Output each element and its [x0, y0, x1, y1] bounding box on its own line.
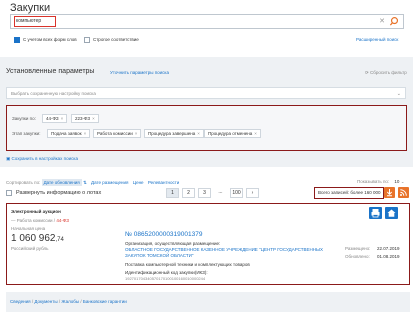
sort-option-price[interactable]: Цене [133, 180, 144, 185]
update-params-link[interactable]: Уточнить параметры поиска [110, 70, 169, 75]
record-stage: Работа комиссии [16, 218, 53, 223]
expand-lots-label: Развернуть информацию о лотах [16, 190, 102, 196]
saved-settings-select[interactable]: Выбрать сохраненную настройку поиска ⌄ [6, 87, 406, 99]
reset-filter-label: Сбросить фильтр [370, 70, 407, 75]
record-stage-row: — Работа комиссии / 44-ФЗ [11, 218, 69, 223]
expand-lots-toggle[interactable]: Развернуть информацию о лотах [6, 190, 101, 196]
sort-direction-icon[interactable]: ⇅ [83, 180, 87, 185]
stage-chip-cancelled[interactable]: Процедура отменена × [204, 129, 261, 138]
price-cents: ,74 [55, 237, 64, 243]
forms-checkbox[interactable] [14, 37, 20, 43]
record-links: Сведения / Документы / Жалобы / Банковск… [10, 299, 127, 304]
org-label: Организация, осуществляющая размещение: [125, 241, 221, 246]
forms-checkbox-label: С учетом всех форм слов [23, 37, 77, 42]
stage-chip-completed[interactable]: Процедура завершена × [144, 129, 204, 138]
page-ellipsis: ... [218, 189, 223, 195]
next-page-button[interactable]: › [246, 188, 259, 198]
currency: Российский рубль [11, 246, 49, 251]
link-complaints[interactable]: Жалобы [61, 299, 79, 304]
save-settings-link[interactable]: ▣ Сохранить в настройках поиска [6, 156, 78, 162]
total-records: Всего записей: более 160 000 [314, 187, 385, 199]
print-icon[interactable] [369, 207, 382, 219]
remove-icon[interactable]: × [92, 116, 95, 121]
stage-chip-label: Работа комиссии [97, 131, 133, 136]
price-main: 1 060 962 [11, 233, 56, 244]
remove-icon[interactable]: × [84, 131, 87, 136]
filter-box: Закупки по: 44-ФЗ × 223-ФЗ × Этап закупки:… [6, 105, 407, 151]
stage-label: Этап закупки: [12, 131, 41, 136]
record-object: Поставка компьютерной техники и комплект… [125, 262, 250, 267]
law-tag-label: 223-ФЗ [75, 116, 91, 121]
search-icon[interactable] [389, 16, 400, 27]
refresh-icon: ⟳ [365, 70, 369, 75]
home-icon[interactable] [385, 207, 398, 219]
stage-chip-label: Процедура отменена [208, 131, 253, 136]
save-settings-label: Сохранить в настройках поиска [11, 156, 78, 161]
rss-icon[interactable] [398, 187, 409, 198]
law-label: Закупки по: [12, 116, 36, 121]
page-2[interactable]: 2 [182, 188, 195, 198]
advanced-search-link[interactable]: Расширенный поиск [356, 37, 398, 42]
stage-chip-commission[interactable]: Работа комиссии × [93, 129, 142, 138]
page-100[interactable]: 100 [230, 188, 243, 198]
remove-icon[interactable]: × [135, 131, 138, 136]
reset-filter-link[interactable]: ⟳ Сбросить фильтр [365, 70, 407, 76]
record-card: Электронный аукцион — Работа комиссии / … [6, 203, 410, 285]
link-documents[interactable]: Документы [34, 299, 57, 304]
updated-label: Обновлено: [345, 254, 370, 259]
strict-checkbox-label: Строгое соответствие [93, 37, 139, 42]
perpage: Показывать по: 10 ⌄ [357, 179, 404, 185]
ikz-label: Идентификационный код закупки(ИКЗ): [125, 270, 208, 275]
page-1[interactable]: 1 [166, 188, 179, 198]
saved-settings-placeholder: Выбрать сохраненную настройку поиска [11, 91, 96, 96]
record-type: Электронный аукцион [11, 209, 61, 214]
sort-option-relevance[interactable]: Релевантности [148, 180, 180, 185]
stage-chip-label: Подача заявок [51, 131, 82, 136]
placed-date: 22.07.2019 [377, 246, 400, 251]
chevron-down-icon: ⌄ [396, 91, 401, 97]
law-tag-label: 44-ФЗ [46, 116, 59, 121]
ikz-value: 192701704340570170100100160010000244 [125, 276, 206, 281]
sort-option-placed[interactable]: Дате размещения [91, 180, 128, 185]
perpage-value[interactable]: 10 [394, 179, 399, 184]
remove-icon[interactable]: × [254, 131, 257, 136]
link-bank-guarantees[interactable]: Банковские гарантии [83, 299, 127, 304]
search-bar: компьютер ✕ [10, 14, 404, 29]
stage-chip-label: Процедура завершена [148, 131, 196, 136]
page-3[interactable]: 3 [198, 188, 211, 198]
record-law: 44-ФЗ [56, 218, 69, 223]
link-details[interactable]: Сведения [10, 299, 31, 304]
search-input[interactable]: компьютер [14, 16, 56, 27]
placed-label: Размещено: [345, 246, 371, 251]
updated-date: 01.08.2019 [377, 254, 400, 259]
pagination: 1 2 3 ... 100 › [166, 188, 259, 198]
sort-option-updated[interactable]: Дате обновления [41, 179, 82, 186]
clear-icon[interactable]: ✕ [379, 17, 385, 25]
price-value: 1 060 962,74 [11, 233, 64, 244]
download-icon[interactable] [384, 187, 395, 198]
stage-dot-icon: — [11, 218, 16, 223]
remove-icon[interactable]: × [197, 131, 200, 136]
law-tag-223[interactable]: 223-ФЗ × [71, 114, 99, 123]
params-title: Установленные параметры [6, 68, 95, 75]
page-title: Закупки [10, 2, 51, 14]
price-label: Начальная цена [11, 226, 46, 231]
strict-checkbox[interactable] [84, 37, 90, 43]
remove-icon[interactable]: × [61, 116, 64, 121]
chevron-down-icon[interactable]: ⌄ [401, 179, 405, 184]
record-number-link[interactable]: № 0865200000319001379 [125, 231, 202, 238]
record-footer: Сведения / Документы / Жалобы / Банковск… [6, 292, 410, 312]
org-name-link[interactable]: ОБЛАСТНОЕ ГОСУДАРСТВЕННОЕ КАЗЕННОЕ УЧРЕЖ… [125, 247, 340, 258]
perpage-label: Показывать по: [357, 179, 390, 184]
sort-label: Сортировать по: [6, 180, 41, 185]
save-icon: ▣ [6, 156, 11, 161]
sort-row: Сортировать по: Дате обновления ⇅ Дате р… [6, 179, 180, 186]
law-tag-44[interactable]: 44-ФЗ × [42, 114, 68, 123]
expand-lots-checkbox[interactable] [6, 190, 12, 196]
stage-chip-submission[interactable]: Подача заявок × [47, 129, 91, 138]
